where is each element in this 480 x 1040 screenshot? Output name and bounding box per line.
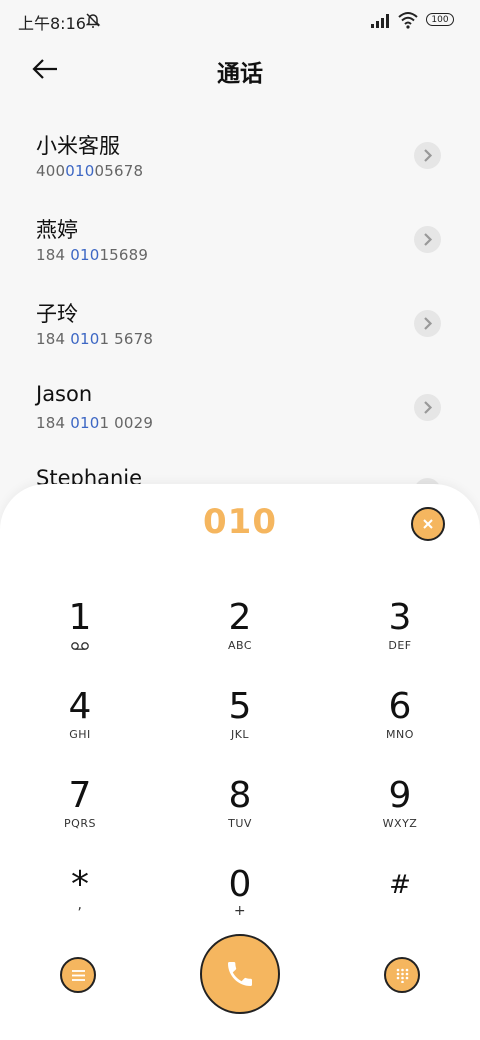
contact-number: 184 01015689 <box>36 246 149 264</box>
contact-name: 小米客服 <box>36 134 120 158</box>
key-3[interactable]: 3 DEF <box>340 598 460 674</box>
key-digit: 2 <box>228 597 252 638</box>
list-item[interactable]: 小米客服 40001005678 <box>0 120 480 204</box>
key-hash[interactable]: # <box>340 865 460 941</box>
signal-icon <box>371 14 389 28</box>
contact-number: 184 0101 5678 <box>36 330 154 348</box>
key-digit: 6 <box>388 686 412 727</box>
key-digit: 7 <box>68 775 92 816</box>
key-star[interactable]: * , <box>20 865 140 941</box>
key-6[interactable]: 6 MNO <box>340 687 460 763</box>
key-7[interactable]: 7 PQRS <box>20 776 140 852</box>
key-8[interactable]: 8 TUV <box>180 776 300 852</box>
key-digit: 4 <box>68 686 92 727</box>
dialpad-toggle-button[interactable] <box>384 957 420 993</box>
header: 通话 <box>0 40 480 100</box>
chevron-right-icon[interactable] <box>414 226 441 253</box>
list-item[interactable]: Jason 184 0101 0029 <box>0 372 480 456</box>
key-letters: MNO <box>386 728 414 741</box>
contact-name: 子玲 <box>36 302 78 326</box>
key-letters: , <box>77 897 83 913</box>
chevron-right-icon[interactable] <box>414 142 441 169</box>
phone-icon <box>228 962 252 986</box>
key-0[interactable]: 0 + <box>180 865 300 941</box>
contact-name: Jason <box>36 382 93 406</box>
key-digit: 0 <box>228 864 252 905</box>
key-digit: 3 <box>388 597 412 638</box>
clear-icon <box>423 519 433 529</box>
key-digit: # <box>389 870 411 900</box>
list-item[interactable]: 燕婷 184 01015689 <box>0 204 480 288</box>
key-letters: ABC <box>227 639 253 652</box>
dialpad: 010 1 2 ABC 3 DEF 4 GHI 5 JKL 6 MNO 7 PQ… <box>0 484 480 1040</box>
key-digit: 5 <box>228 686 252 727</box>
page-title: 通话 <box>217 61 263 87</box>
menu-button[interactable] <box>60 957 96 993</box>
key-5[interactable]: 5 JKL <box>180 687 300 763</box>
key-letters: + <box>233 903 247 919</box>
voicemail-icon <box>71 642 89 650</box>
key-letters: GHI <box>69 728 91 741</box>
contact-number: 40001005678 <box>36 162 144 180</box>
dialpad-grid-icon <box>396 968 409 983</box>
mute-icon <box>85 13 101 28</box>
key-letters: DEF <box>388 639 412 652</box>
key-digit: 9 <box>388 775 412 816</box>
call-button[interactable] <box>200 934 280 1014</box>
key-digit: 1 <box>68 597 92 638</box>
dial-input[interactable]: 010 <box>0 502 480 542</box>
status-time: 上午8:16 <box>18 14 86 33</box>
key-2[interactable]: 2 ABC <box>180 598 300 674</box>
list-item[interactable]: 子玲 184 0101 5678 <box>0 288 480 372</box>
key-4[interactable]: 4 GHI <box>20 687 140 763</box>
key-letters: JKL <box>230 728 250 741</box>
key-letters: WXYZ <box>382 817 418 830</box>
key-letters: PQRS <box>64 817 96 830</box>
chevron-right-icon[interactable] <box>414 394 441 421</box>
key-letters: TUV <box>228 817 252 830</box>
key-9[interactable]: 9 WXYZ <box>340 776 460 852</box>
wifi-icon <box>398 12 418 29</box>
key-1[interactable]: 1 <box>20 598 140 674</box>
key-digit: 8 <box>228 775 252 816</box>
contact-number: 184 0101 0029 <box>36 414 154 432</box>
contact-name: 燕婷 <box>36 218 78 242</box>
menu-icon <box>72 970 85 981</box>
chevron-right-icon[interactable] <box>414 310 441 337</box>
status-bar: 上午8:16 100 <box>0 0 480 40</box>
clear-button[interactable] <box>411 507 445 541</box>
battery-indicator: 100 <box>426 13 454 26</box>
